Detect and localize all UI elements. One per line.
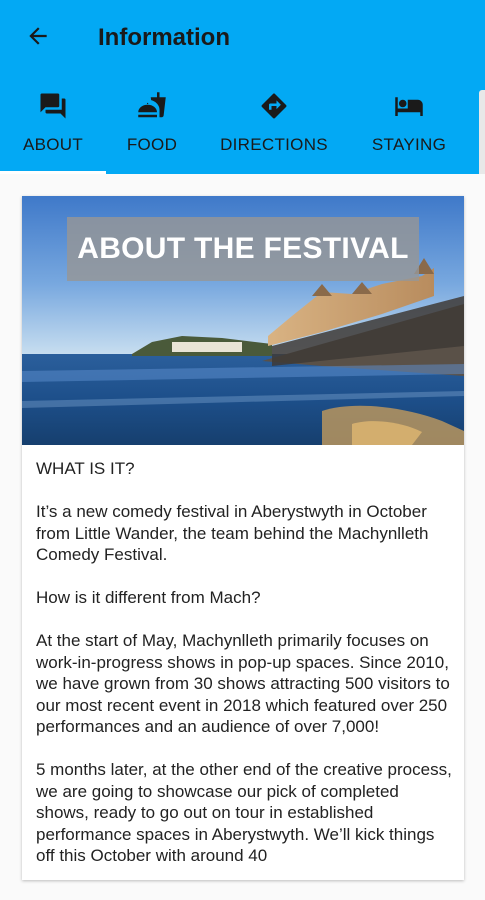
restaurant-icon xyxy=(136,91,168,121)
app-bar: Information ABOUT FOOD DIRECTIONS STAYIN… xyxy=(0,0,485,174)
about-text: WHAT IS IT? It’s a new comedy festival i… xyxy=(36,458,454,880)
tab-staying-label: STAYING xyxy=(371,135,447,154)
page-title: Information xyxy=(98,24,230,51)
hotel-bed-icon xyxy=(393,91,425,121)
back-button[interactable] xyxy=(18,20,58,56)
hero-title: ABOUT THE FESTIVAL xyxy=(67,217,419,281)
section-question: How is it different from Mach? xyxy=(36,588,261,607)
chat-icon xyxy=(38,91,68,121)
tab-staying[interactable]: STAYING xyxy=(357,78,461,170)
arrow-back-icon xyxy=(25,23,51,54)
tab-about[interactable]: ABOUT xyxy=(0,78,106,170)
paragraph: 5 months later, at the other end of the … xyxy=(36,760,452,865)
toolbar: Information xyxy=(0,0,485,78)
tab-food[interactable]: FOOD xyxy=(106,78,198,170)
tab-food-label: FOOD xyxy=(126,135,178,154)
tab-about-label: ABOUT xyxy=(22,135,84,154)
paragraph: It’s a new comedy festival in Aberystwyt… xyxy=(36,502,429,564)
tab-directions[interactable]: DIRECTIONS xyxy=(210,78,338,170)
about-card: ABOUT THE FESTIVAL WHAT IS IT? It’s a ne… xyxy=(22,196,464,880)
tab-directions-label: DIRECTIONS xyxy=(220,135,328,154)
content-area[interactable]: ABOUT THE FESTIVAL WHAT IS IT? It’s a ne… xyxy=(0,174,485,900)
paragraph: At the start of May, Machynlleth primari… xyxy=(36,631,450,736)
tab-bar: ABOUT FOOD DIRECTIONS STAYING xyxy=(0,78,485,174)
directions-icon xyxy=(259,91,289,121)
section-heading: WHAT IS IT? xyxy=(36,459,135,478)
hero-image: ABOUT THE FESTIVAL xyxy=(22,196,464,445)
